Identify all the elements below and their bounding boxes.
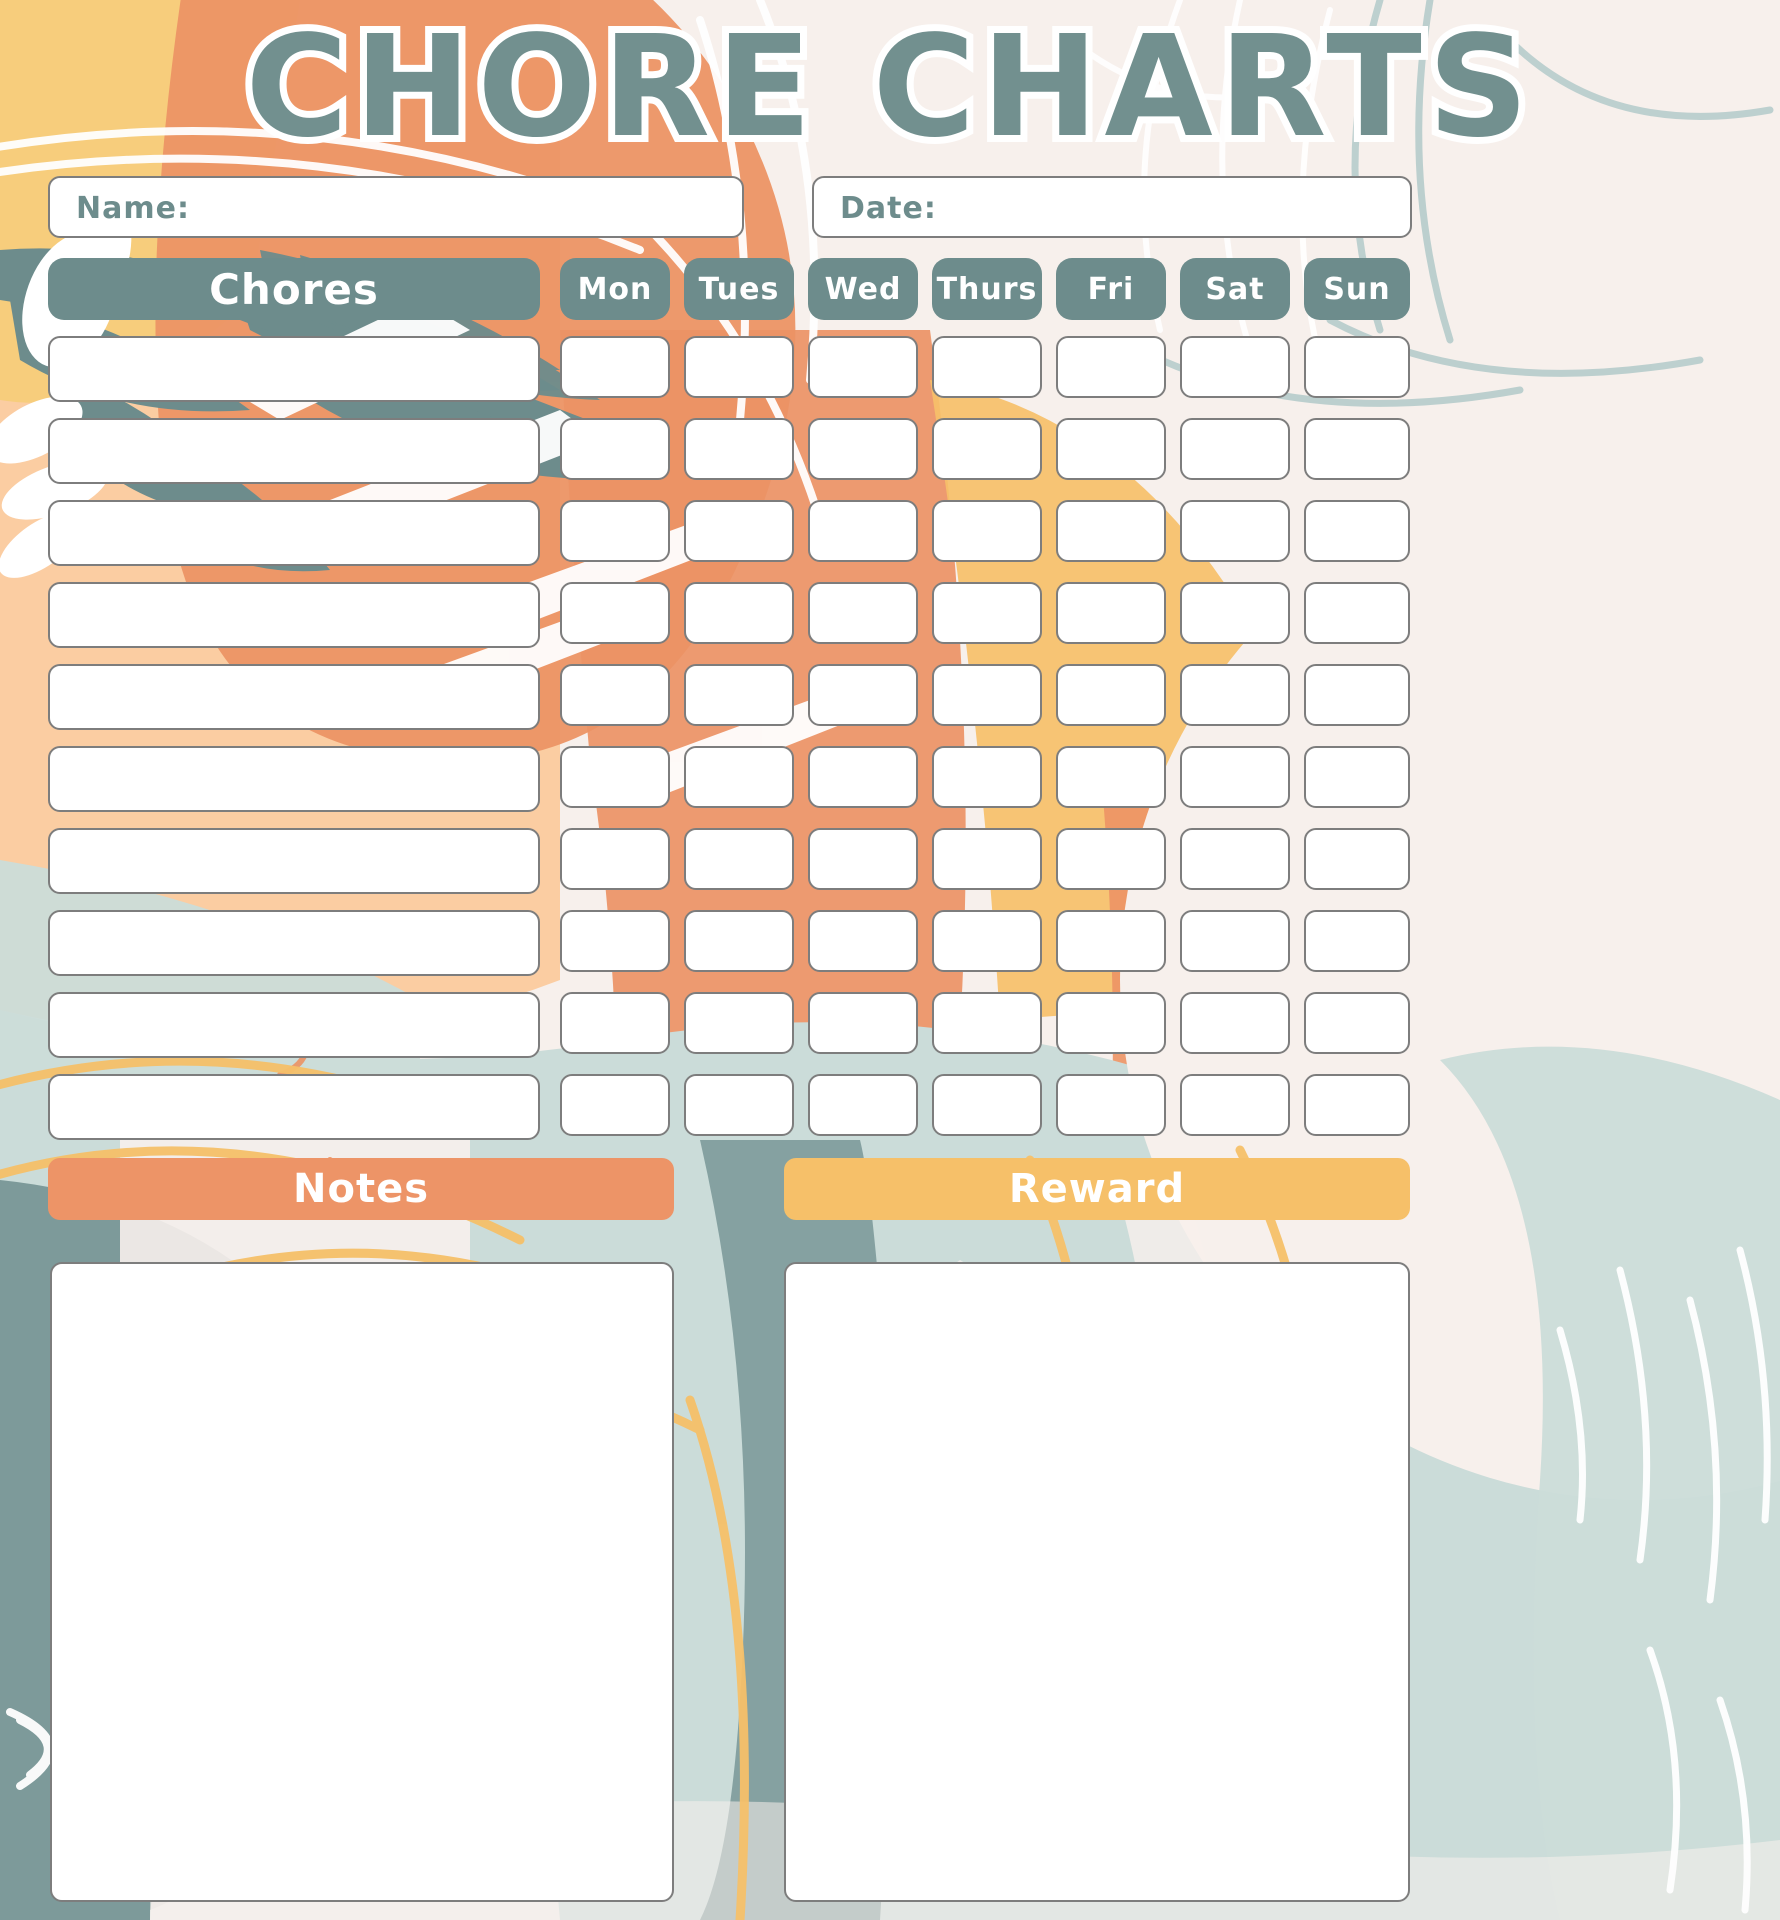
check-cell-r5-tues[interactable] [684, 664, 794, 726]
check-cell-r9-wed[interactable] [808, 992, 918, 1054]
check-cell-r1-sat[interactable] [1180, 336, 1290, 398]
chore-input-row-3[interactable] [48, 500, 540, 566]
check-cell-r4-mon[interactable] [560, 582, 670, 644]
chore-chart-page: CHORE CHARTS Name: Date: Chores Mon Tues… [0, 0, 1780, 1920]
chores-column-header: Chores [48, 258, 540, 320]
name-field[interactable]: Name: [48, 176, 744, 238]
check-cell-r9-mon[interactable] [560, 992, 670, 1054]
check-cell-r2-wed[interactable] [808, 418, 918, 480]
check-cell-r3-thurs[interactable] [932, 500, 1042, 562]
check-cell-r1-tues[interactable] [684, 336, 794, 398]
check-cell-r6-mon[interactable] [560, 746, 670, 808]
check-cell-r3-tues[interactable] [684, 500, 794, 562]
check-cell-r7-fri[interactable] [1056, 828, 1166, 890]
day-header-wed: Wed [808, 258, 918, 320]
reward-header: Reward [784, 1158, 1410, 1220]
check-cell-r9-sun[interactable] [1304, 992, 1410, 1054]
chore-input-row-6[interactable] [48, 746, 540, 812]
check-cell-r10-sun[interactable] [1304, 1074, 1410, 1136]
day-header-mon: Mon [560, 258, 670, 320]
check-cell-r9-thurs[interactable] [932, 992, 1042, 1054]
check-cell-r5-wed[interactable] [808, 664, 918, 726]
check-cell-r6-tues[interactable] [684, 746, 794, 808]
day-header-tues: Tues [684, 258, 794, 320]
name-label: Name: [76, 191, 190, 226]
day-header-sat: Sat [1180, 258, 1290, 320]
check-cell-r7-sat[interactable] [1180, 828, 1290, 890]
check-cell-r6-thurs[interactable] [932, 746, 1042, 808]
check-cell-r2-sat[interactable] [1180, 418, 1290, 480]
check-cell-r7-thurs[interactable] [932, 828, 1042, 890]
check-cell-r7-wed[interactable] [808, 828, 918, 890]
check-cell-r10-fri[interactable] [1056, 1074, 1166, 1136]
check-cell-r4-thurs[interactable] [932, 582, 1042, 644]
reward-textarea[interactable] [784, 1262, 1410, 1902]
check-cell-r9-fri[interactable] [1056, 992, 1166, 1054]
check-cell-r4-wed[interactable] [808, 582, 918, 644]
check-cell-r4-sun[interactable] [1304, 582, 1410, 644]
check-cell-r3-fri[interactable] [1056, 500, 1166, 562]
check-cell-r7-sun[interactable] [1304, 828, 1410, 890]
chore-input-row-4[interactable] [48, 582, 540, 648]
chore-input-row-2[interactable] [48, 418, 540, 484]
check-cell-r5-sat[interactable] [1180, 664, 1290, 726]
check-cell-r1-thurs[interactable] [932, 336, 1042, 398]
check-cell-r6-fri[interactable] [1056, 746, 1166, 808]
check-cell-r5-sun[interactable] [1304, 664, 1410, 726]
check-cell-r1-fri[interactable] [1056, 336, 1166, 398]
check-cell-r8-fri[interactable] [1056, 910, 1166, 972]
date-label: Date: [840, 191, 937, 226]
check-cell-r8-tues[interactable] [684, 910, 794, 972]
check-cell-r7-mon[interactable] [560, 828, 670, 890]
check-cell-r8-sun[interactable] [1304, 910, 1410, 972]
check-cell-r3-wed[interactable] [808, 500, 918, 562]
check-cell-r10-tues[interactable] [684, 1074, 794, 1136]
chore-input-row-1[interactable] [48, 336, 540, 402]
day-header-fri: Fri [1056, 258, 1166, 320]
check-cell-r1-wed[interactable] [808, 336, 918, 398]
check-cell-r6-sat[interactable] [1180, 746, 1290, 808]
check-cell-r10-sat[interactable] [1180, 1074, 1290, 1136]
chore-input-row-8[interactable] [48, 910, 540, 976]
chore-input-row-10[interactable] [48, 1074, 540, 1140]
check-cell-r4-fri[interactable] [1056, 582, 1166, 644]
check-cell-r8-thurs[interactable] [932, 910, 1042, 972]
notes-header: Notes [48, 1158, 674, 1220]
check-cell-r1-sun[interactable] [1304, 336, 1410, 398]
chore-input-row-9[interactable] [48, 992, 540, 1058]
check-cell-r2-sun[interactable] [1304, 418, 1410, 480]
check-cell-r10-thurs[interactable] [932, 1074, 1042, 1136]
check-cell-r4-tues[interactable] [684, 582, 794, 644]
check-cell-r6-wed[interactable] [808, 746, 918, 808]
check-cell-r9-tues[interactable] [684, 992, 794, 1054]
check-cell-r5-thurs[interactable] [932, 664, 1042, 726]
check-cell-r10-wed[interactable] [808, 1074, 918, 1136]
check-cell-r2-thurs[interactable] [932, 418, 1042, 480]
check-cell-r7-tues[interactable] [684, 828, 794, 890]
check-cell-r10-mon[interactable] [560, 1074, 670, 1136]
check-cell-r4-sat[interactable] [1180, 582, 1290, 644]
date-field[interactable]: Date: [812, 176, 1412, 238]
check-cell-r1-mon[interactable] [560, 336, 670, 398]
check-cell-r5-fri[interactable] [1056, 664, 1166, 726]
day-header-thurs: Thurs [932, 258, 1042, 320]
check-cell-r8-wed[interactable] [808, 910, 918, 972]
check-cell-r2-tues[interactable] [684, 418, 794, 480]
check-cell-r6-sun[interactable] [1304, 746, 1410, 808]
notes-textarea[interactable] [50, 1262, 674, 1902]
check-cell-r8-mon[interactable] [560, 910, 670, 972]
check-cell-r3-mon[interactable] [560, 500, 670, 562]
check-cell-r2-mon[interactable] [560, 418, 670, 480]
check-cell-r9-sat[interactable] [1180, 992, 1290, 1054]
page-title: CHORE CHARTS [238, 6, 1535, 169]
day-header-sun: Sun [1304, 258, 1410, 320]
check-cell-r3-sat[interactable] [1180, 500, 1290, 562]
chore-input-row-5[interactable] [48, 664, 540, 730]
check-cell-r8-sat[interactable] [1180, 910, 1290, 972]
check-cell-r5-mon[interactable] [560, 664, 670, 726]
check-cell-r2-fri[interactable] [1056, 418, 1166, 480]
check-cell-r3-sun[interactable] [1304, 500, 1410, 562]
chore-input-row-7[interactable] [48, 828, 540, 894]
